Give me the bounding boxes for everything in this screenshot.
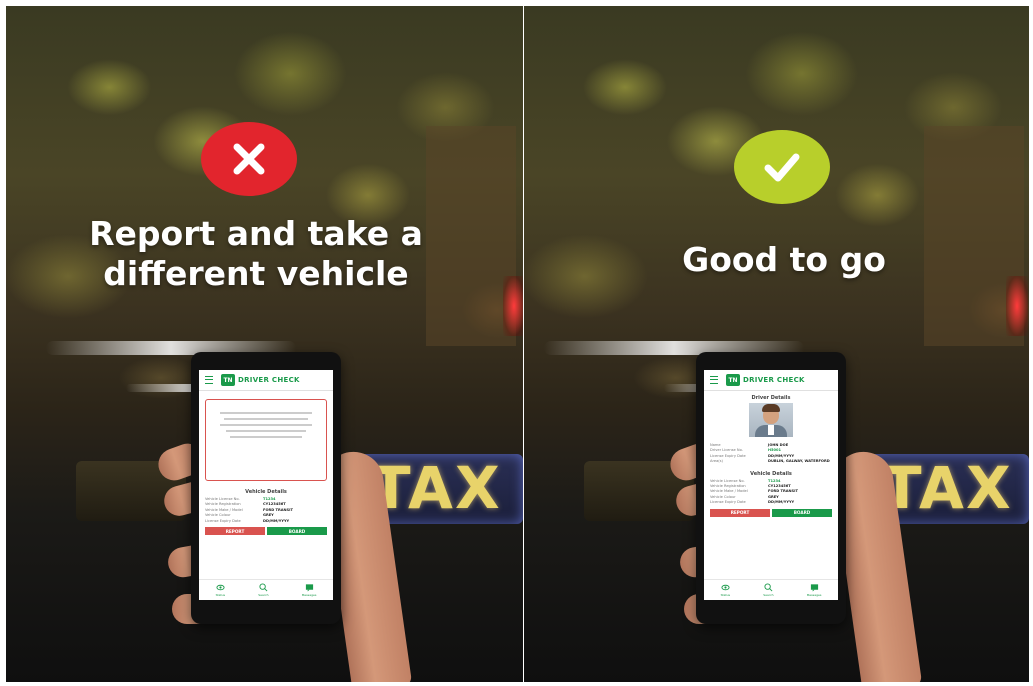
nav-messages[interactable]: Messages	[302, 583, 316, 597]
headline-line-2: different vehicle	[103, 254, 409, 293]
app-title: DRIVER CHECK	[238, 376, 300, 384]
bottom-nav: Status Search Messages	[199, 579, 333, 600]
left-panel: TAX Report and take a different vehicle …	[6, 6, 523, 682]
red-traffic-light	[1006, 276, 1028, 336]
driver-photo	[749, 403, 793, 437]
message-icon	[305, 584, 313, 592]
vehicle-details: Vehicle License No. T1234 Vehicle Registr…	[199, 495, 333, 524]
driver-details-title: Driver Details	[751, 395, 791, 401]
board-button[interactable]: BOARD	[772, 508, 832, 517]
headline: Good to go	[682, 240, 886, 279]
tn-logo: TN	[726, 374, 740, 386]
check-icon	[764, 153, 800, 182]
taxi-sign-text: TAX	[882, 454, 1013, 522]
action-buttons: REPORT BOARD	[704, 506, 838, 520]
phone: TN DRIVER CHECK Driver Details Name JOHN …	[696, 352, 846, 624]
search-icon	[764, 583, 773, 592]
nav-search[interactable]: Search	[763, 583, 774, 597]
headline: Report and take a different vehicle	[46, 214, 466, 294]
action-buttons: REPORT BOARD	[199, 524, 333, 538]
phone-screen: TN DRIVER CHECK Driver Details Name JOHN …	[704, 370, 838, 600]
report-button[interactable]: REPORT	[205, 527, 265, 536]
eye-icon	[721, 584, 730, 591]
tn-logo: TN	[221, 374, 235, 386]
board-button[interactable]: BOARD	[267, 527, 327, 536]
close-icon	[233, 143, 265, 175]
eye-icon	[216, 584, 225, 591]
reject-badge	[201, 122, 297, 196]
right-panel: TAX Good to go TN DRIVER CHECK Driver De…	[524, 6, 1029, 682]
vehicle-details: Vehicle License No. T1234 Vehicle Registr…	[704, 477, 838, 506]
search-icon	[259, 583, 268, 592]
nav-status[interactable]: Status	[721, 583, 730, 597]
menu-icon[interactable]	[205, 376, 213, 384]
phone: TN DRIVER CHECK Vehicle Details Vehicle …	[191, 352, 341, 624]
warning-box	[205, 399, 327, 481]
approve-badge	[734, 130, 830, 204]
phone-screen: TN DRIVER CHECK Vehicle Details Vehicle …	[199, 370, 333, 600]
taxi-sign-text: TAX	[371, 454, 502, 522]
message-icon	[810, 584, 818, 592]
headline-line-1: Report and take a	[89, 214, 423, 253]
bottom-nav: Status Search Messages	[704, 579, 838, 600]
app-bar: TN DRIVER CHECK	[199, 370, 333, 391]
nav-messages[interactable]: Messages	[807, 583, 821, 597]
nav-status[interactable]: Status	[216, 583, 225, 597]
driver-details: Name JOHN DOE Driver License No. H5001 Lic…	[704, 441, 838, 465]
report-button[interactable]: REPORT	[710, 508, 770, 517]
app-bar: TN DRIVER CHECK	[704, 370, 838, 391]
red-traffic-light	[503, 276, 523, 336]
app-title: DRIVER CHECK	[743, 376, 805, 384]
nav-search[interactable]: Search	[258, 583, 269, 597]
detail-row: Area(s) DUBLIN, GALWAY, WATERFORD	[710, 459, 830, 464]
menu-icon[interactable]	[710, 376, 718, 384]
